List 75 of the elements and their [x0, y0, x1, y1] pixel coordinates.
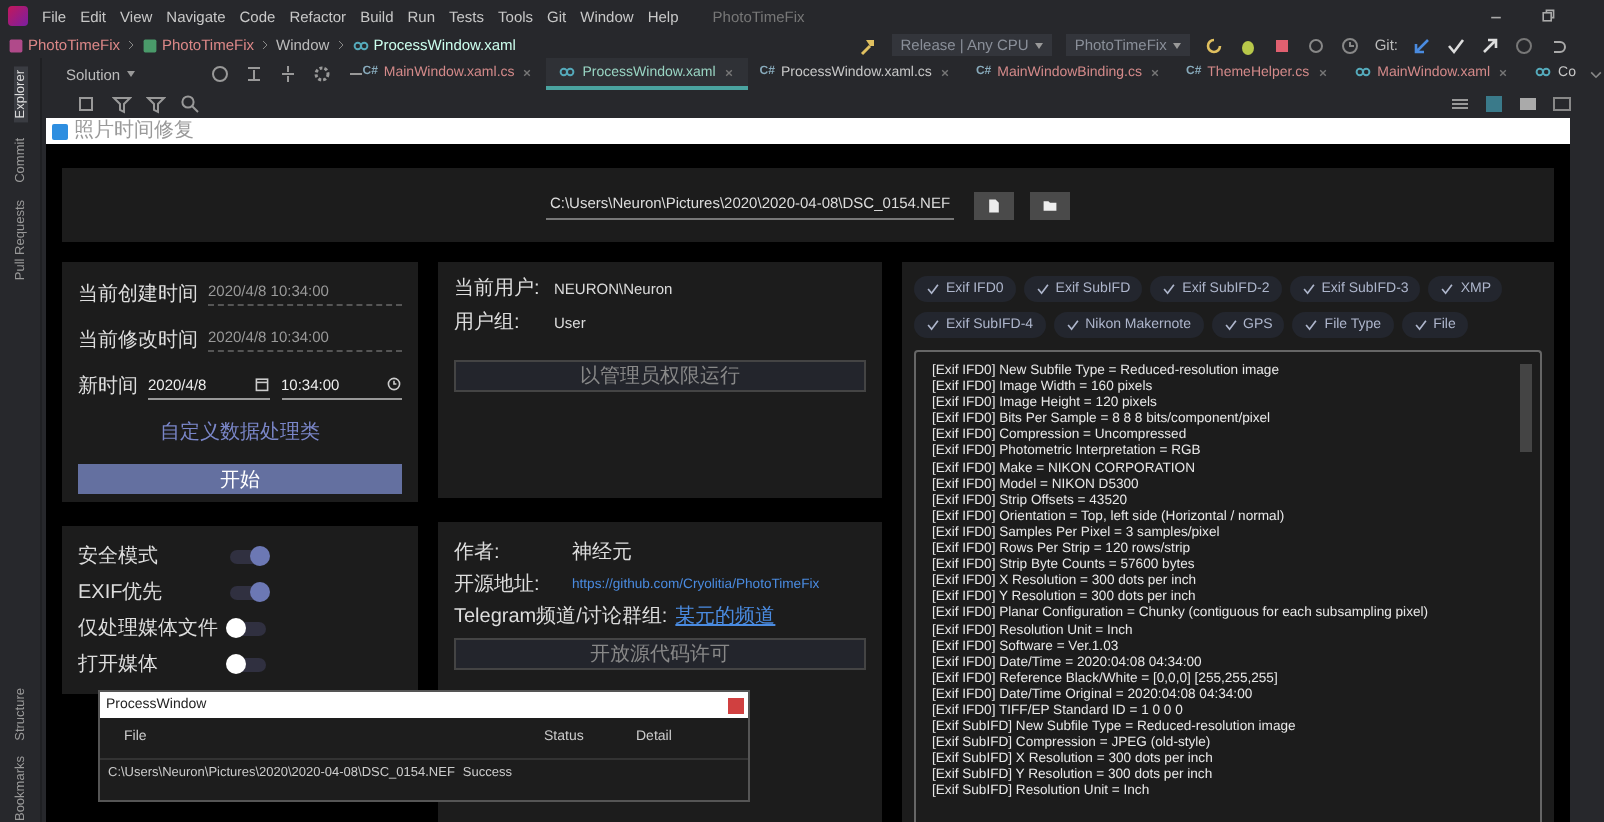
document-icon: [986, 197, 1003, 213]
field-label: Telegram频道/讨论群组:: [454, 603, 668, 630]
field-value: 神经元: [572, 539, 632, 566]
close-icon[interactable]: [1496, 65, 1511, 79]
field-label: 当前创建时间: [78, 281, 198, 308]
folder-icon: [1042, 197, 1059, 213]
link[interactable]: 某元的频道: [675, 602, 776, 630]
layout-icon[interactable]: [1552, 94, 1572, 114]
license-button[interactable]: 开放源代码许可: [454, 638, 866, 670]
toggle-thumb[interactable]: [226, 617, 246, 637]
chevron-icon: [126, 38, 136, 52]
tab-overflow-icon[interactable]: [1588, 66, 1604, 82]
close-button[interactable]: [728, 697, 744, 713]
show-all-files-icon[interactable]: [78, 94, 98, 114]
run-as-admin-button[interactable]: 以管理员权限运行: [454, 360, 866, 392]
hammer-icon[interactable]: [858, 35, 879, 55]
option-label: 仅处理媒体文件: [78, 615, 220, 642]
split-view-icon[interactable]: [1484, 94, 1504, 114]
stop-icon[interactable]: [1272, 35, 1293, 55]
field-label: 新时间: [78, 373, 138, 400]
calendar-icon: [253, 376, 269, 392]
close-icon[interactable]: [937, 65, 952, 79]
collapse-icon[interactable]: [244, 64, 265, 84]
field-label: 当前修改时间: [78, 327, 198, 354]
expand-icon[interactable]: [278, 64, 299, 84]
field-label: 作者:: [454, 539, 502, 566]
option-label: 打开媒体: [78, 651, 160, 678]
chevron-icon: [335, 38, 346, 52]
window-title: 照片时间修复: [74, 121, 194, 141]
toggle-switch[interactable]: [230, 657, 266, 671]
close-icon[interactable]: [520, 65, 535, 79]
search-icon[interactable]: [180, 94, 200, 114]
field-label: 开源地址:: [454, 571, 542, 598]
field-label: 当前用户:: [454, 275, 538, 302]
xaml-icon: [351, 37, 370, 53]
close-icon[interactable]: [1315, 65, 1330, 79]
xaml-icon: [1534, 64, 1553, 80]
field-label: 用户组:: [454, 309, 522, 336]
toggle-thumb[interactable]: [250, 545, 270, 565]
start-button[interactable]: 开始: [78, 464, 402, 494]
chevron-icon: [260, 38, 270, 52]
commit-check-icon[interactable]: [1446, 35, 1466, 55]
refresh-icon[interactable]: [1204, 35, 1225, 55]
xaml-icon: [1353, 64, 1372, 80]
push-arrow-icon[interactable]: [1480, 35, 1500, 55]
solution-icon: [8, 37, 24, 53]
custom-handler-link[interactable]: 自定义数据处理类: [160, 418, 320, 446]
toggle-thumb[interactable]: [226, 653, 246, 673]
scrollbar-thumb[interactable]: [1520, 364, 1532, 452]
close-icon[interactable]: [1147, 65, 1162, 79]
project-icon: [142, 37, 158, 53]
text-view-icon[interactable]: [1450, 94, 1470, 114]
toggle-switch[interactable]: [230, 585, 266, 599]
open-folder-button[interactable]: [1030, 191, 1071, 219]
caret-icon: [1034, 41, 1045, 49]
app-logo-icon: [8, 6, 28, 26]
app-icon: [52, 123, 68, 139]
bug-icon[interactable]: [1238, 35, 1259, 55]
xaml-icon: [558, 64, 577, 80]
close-icon[interactable]: [721, 65, 736, 79]
clock-icon[interactable]: [1340, 35, 1361, 55]
caret-icon: [1172, 41, 1183, 49]
update-arrow-icon[interactable]: [1412, 35, 1432, 55]
clock-icon: [386, 376, 402, 392]
toggle-switch[interactable]: [230, 549, 266, 563]
caret-icon: [126, 70, 137, 78]
option-label: 安全模式: [78, 543, 160, 570]
restore-icon[interactable]: [1540, 8, 1556, 24]
open-file-button[interactable]: [974, 191, 1015, 219]
undo-icon[interactable]: [1548, 35, 1568, 55]
option-label: EXIF优先: [78, 579, 165, 606]
preview-icon[interactable]: [1518, 94, 1538, 114]
toggle-switch[interactable]: [230, 621, 266, 635]
toggle-thumb[interactable]: [250, 581, 270, 601]
exif-text-area[interactable]: [914, 350, 1542, 822]
